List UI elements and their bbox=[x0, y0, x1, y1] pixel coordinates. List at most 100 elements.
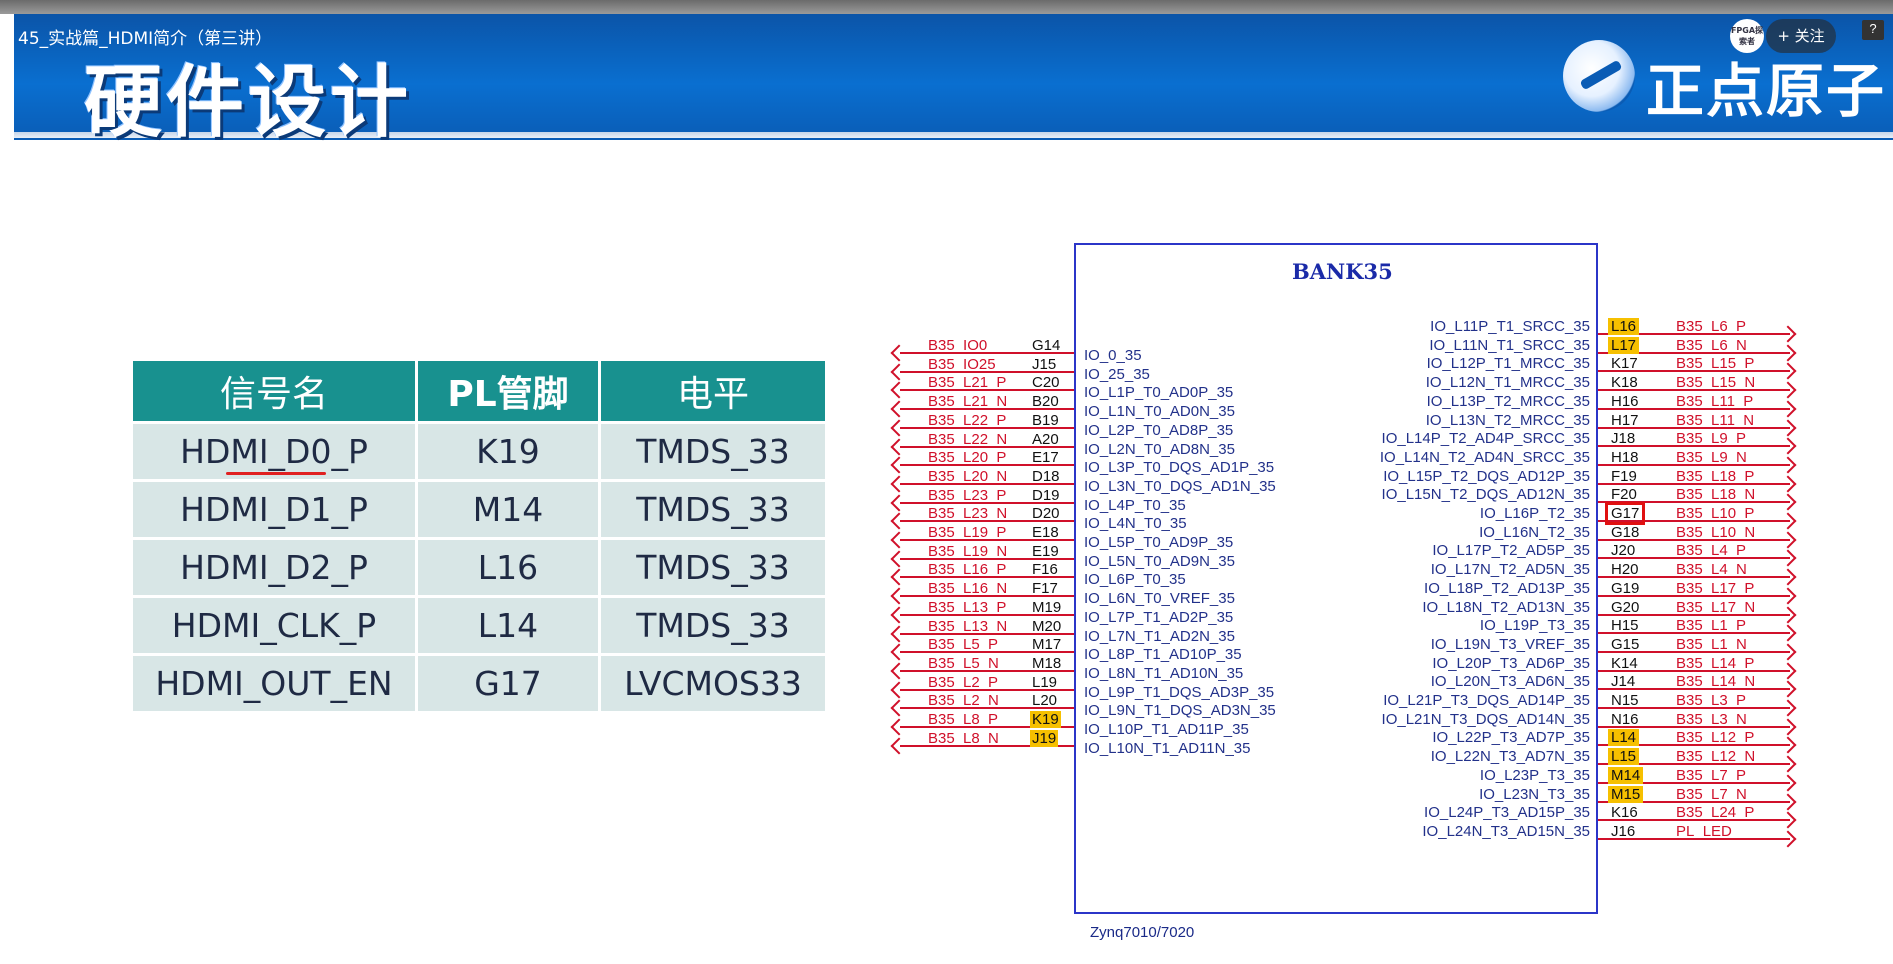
brand-name: 正点原子 bbox=[1646, 57, 1887, 125]
pin-number: L16 bbox=[1608, 318, 1640, 335]
wire-arrow-icon bbox=[890, 568, 908, 586]
pin-number: E19 bbox=[1032, 542, 1059, 560]
wire-arrow-icon bbox=[890, 625, 908, 642]
pin-number: J14 bbox=[1611, 673, 1636, 691]
pin-number: J15 bbox=[1032, 355, 1057, 373]
io-name: IO_L1P_T0_AD0P_35 bbox=[1084, 384, 1234, 402]
net-label: B35_IO25 bbox=[928, 355, 996, 373]
io-name: IO_L2N_T0_AD8N_35 bbox=[1084, 440, 1235, 458]
channel-avatar[interactable]: FPGA探索者 bbox=[1730, 19, 1764, 53]
io-name: IO_L10P_T1_AD11P_35 bbox=[1084, 721, 1249, 738]
net-label: B35_L10_N bbox=[1676, 523, 1756, 541]
net-label: B35_L21_P bbox=[928, 374, 1007, 392]
pin-number: F17 bbox=[1032, 580, 1058, 598]
wire-arrow-icon bbox=[1779, 493, 1797, 511]
pin-number: J16 bbox=[1611, 822, 1636, 840]
wire-arrow-icon bbox=[1779, 793, 1797, 810]
io-name: IO_L11P_T1_SRCC_35 bbox=[1430, 318, 1590, 335]
io-name: IO_L24N_T3_AD15N_35 bbox=[1422, 822, 1590, 840]
wire-arrow-icon bbox=[890, 699, 908, 717]
pin-number: B20 bbox=[1032, 393, 1059, 411]
io-name: IO_L4N_T0_35 bbox=[1084, 515, 1187, 533]
io-name: IO_L19N_T3_VREF_35 bbox=[1430, 635, 1590, 653]
wire-arrow-icon bbox=[1779, 456, 1797, 474]
column-header-signal: 信号名 bbox=[133, 361, 415, 421]
table-row: HDMI_D2_P L16 TMDS_33 bbox=[133, 540, 825, 595]
net-label: B35_L21_N bbox=[928, 393, 1008, 411]
pin-cell: G17 bbox=[418, 656, 598, 711]
net-label: B35_L23_N bbox=[928, 505, 1008, 523]
wire-arrow-icon bbox=[1779, 344, 1797, 362]
io-name: IO_L18N_T2_AD13N_35 bbox=[1422, 598, 1590, 616]
window-top-strip bbox=[0, 0, 1893, 14]
table-row: HDMI_OUT_EN G17 LVCMOS33 bbox=[133, 656, 825, 711]
wire-arrow-icon bbox=[890, 587, 908, 605]
io-name: IO_L23P_T3_35 bbox=[1479, 766, 1590, 784]
wire-arrow-icon bbox=[1779, 606, 1797, 623]
wire-arrow-icon bbox=[890, 718, 908, 736]
io-name: IO_L14P_T2_AD4P_SRCC_35 bbox=[1381, 430, 1590, 448]
pin-number: J19 bbox=[1030, 729, 1059, 747]
io-name: IO_L15P_T2_DQS_AD12P_35 bbox=[1383, 467, 1590, 485]
wire-arrow-icon bbox=[890, 494, 908, 512]
io-name: IO_L6P_T0_35 bbox=[1084, 571, 1186, 589]
io-name: IO_L6N_T0_VREF_35 bbox=[1084, 590, 1235, 608]
pin-number: K19 bbox=[1030, 711, 1061, 728]
wire-arrow-icon bbox=[1779, 718, 1797, 736]
wire-arrow-icon bbox=[890, 662, 908, 680]
pin-number: A20 bbox=[1032, 430, 1059, 448]
io-name: IO_0_35 bbox=[1084, 347, 1142, 364]
pin-number: G14 bbox=[1032, 337, 1061, 354]
io-name: IO_L19P_T3_35 bbox=[1479, 617, 1590, 635]
pin-cell: L14 bbox=[418, 598, 598, 653]
slide-title: 硬件设计 bbox=[84, 58, 413, 148]
io-name: IO_L8P_T1_AD10P_35 bbox=[1084, 646, 1242, 664]
net-label: B35_L3_N bbox=[1676, 710, 1747, 728]
wire-arrow-icon bbox=[890, 363, 908, 381]
net-label: B35_L9_N bbox=[1676, 448, 1747, 466]
pin-number: D19 bbox=[1032, 486, 1060, 504]
net-label: B35_L7_P bbox=[1676, 766, 1747, 784]
wire-arrow-icon bbox=[890, 475, 908, 493]
net-label: B35_L1_N bbox=[1676, 635, 1747, 653]
pin-number: D18 bbox=[1032, 467, 1060, 485]
wire-arrow-icon bbox=[1779, 662, 1797, 680]
net-label: B35_L11_P bbox=[1676, 392, 1754, 410]
net-label: B35_IO0 bbox=[928, 337, 988, 354]
net-label: B35_L24_P bbox=[1676, 804, 1755, 822]
pin-number: E18 bbox=[1032, 524, 1059, 541]
io-name: IO_L3P_T0_DQS_AD1P_35 bbox=[1084, 459, 1275, 477]
table-row: HDMI_D1_P M14 TMDS_33 bbox=[133, 482, 825, 537]
pin-number: F16 bbox=[1032, 561, 1058, 579]
net-label: B35_L1_P bbox=[1676, 617, 1747, 635]
level-cell: LVCMOS33 bbox=[601, 656, 825, 711]
wire-arrow-icon bbox=[1779, 699, 1797, 717]
net-label: B35_L3_P bbox=[1676, 692, 1747, 709]
net-label: B35_L15_N bbox=[1676, 374, 1756, 392]
net-label: B35_L14_N bbox=[1676, 673, 1756, 691]
column-header-pin: PL管脚 bbox=[418, 361, 598, 421]
net-label: B35_L6_N bbox=[1676, 336, 1747, 354]
net-label: B35_L19_P bbox=[928, 524, 1007, 541]
level-cell: TMDS_33 bbox=[601, 424, 825, 479]
pin-number: M18 bbox=[1032, 654, 1062, 672]
wire-arrow-icon bbox=[1779, 549, 1797, 567]
wire-arrow-icon bbox=[890, 400, 908, 418]
wire-arrow-icon bbox=[1779, 531, 1797, 549]
io-name: IO_L12P_T1_MRCC_35 bbox=[1426, 355, 1590, 373]
help-icon[interactable]: ? bbox=[1862, 20, 1884, 40]
wire-arrow-icon bbox=[1779, 830, 1797, 848]
wire-arrow-icon bbox=[890, 531, 908, 549]
io-name: IO_L17P_T2_AD5P_35 bbox=[1432, 542, 1590, 560]
pin-number: E17 bbox=[1032, 449, 1059, 467]
wire-arrow-icon bbox=[890, 512, 908, 530]
wire-arrow-icon bbox=[1779, 419, 1797, 436]
net-label: B35_L13_N bbox=[928, 617, 1008, 635]
wire-arrow-icon bbox=[1779, 362, 1797, 380]
pin-number: F20 bbox=[1611, 486, 1637, 504]
pin-number: N16 bbox=[1611, 710, 1639, 728]
follow-button[interactable]: + 关注 bbox=[1766, 19, 1836, 53]
wire-arrow-icon bbox=[890, 550, 908, 568]
net-label: B35_L2_P bbox=[928, 673, 999, 691]
level-cell: TMDS_33 bbox=[601, 482, 825, 537]
